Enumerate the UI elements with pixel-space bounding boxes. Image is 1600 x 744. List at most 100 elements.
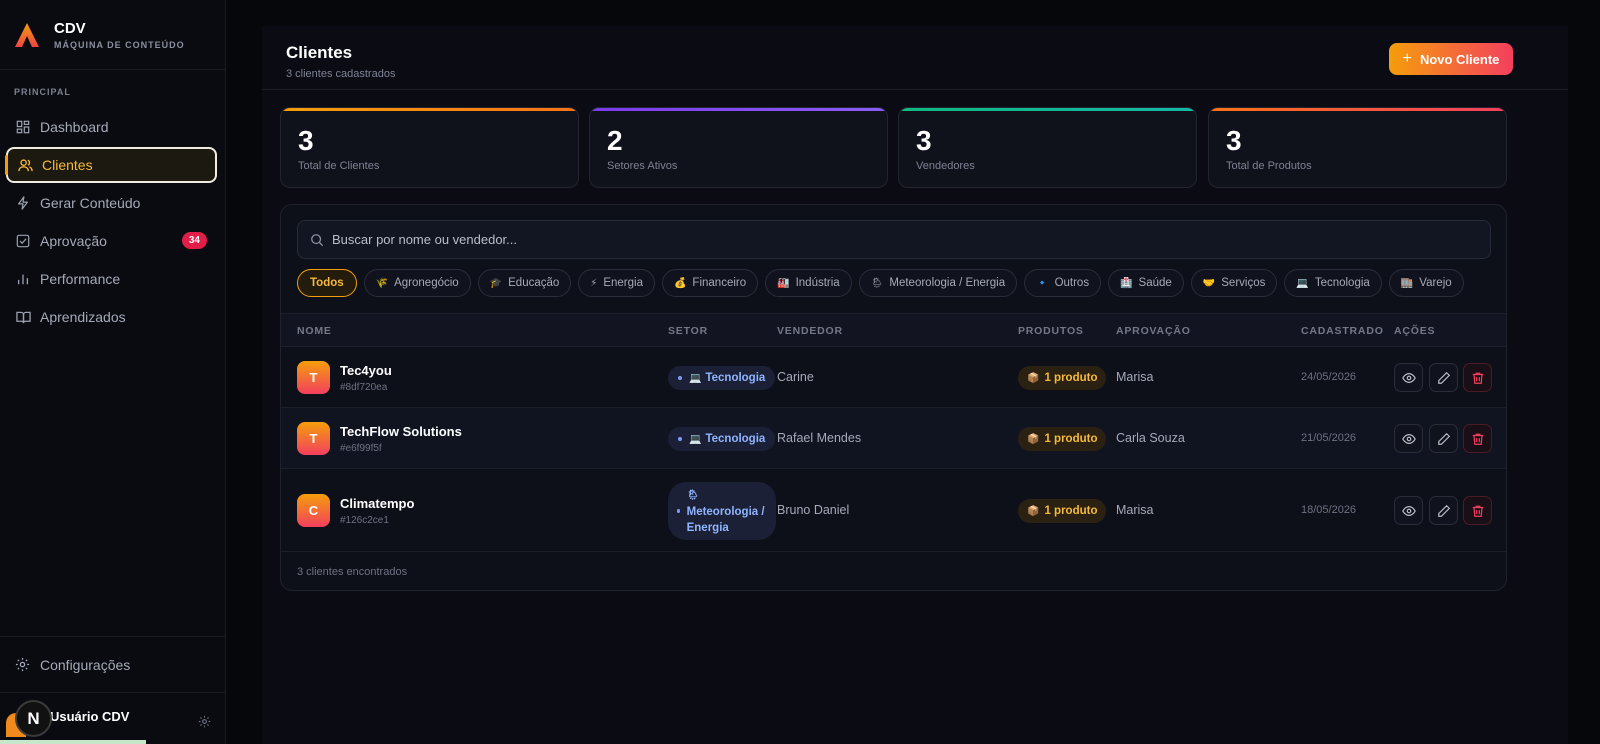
edit-button[interactable] [1429, 363, 1458, 392]
stat-label: Total de Clientes [298, 160, 380, 172]
user-profile[interactable]: N Usuário CDV [0, 692, 225, 744]
eye-icon [1401, 433, 1416, 444]
grid-icon [15, 119, 31, 135]
stat-label: Vendedores [916, 160, 975, 172]
filter-chip-saude[interactable]: 🏥 Saúde [1108, 269, 1184, 297]
sidebar: CDV MÁQUINA DE CONTEÚDO PRINCIPAL Dashbo… [0, 0, 226, 744]
bolt-icon [15, 195, 31, 211]
filter-chip-servicos[interactable]: 🤝 Serviços [1190, 269, 1278, 297]
book-icon [15, 309, 31, 325]
sidebar-item-label: Dashboard [40, 119, 109, 135]
approver-name: Carla Souza [1116, 431, 1185, 445]
diamond-icon: 🔹 [1036, 277, 1049, 289]
filter-chip-financeiro[interactable]: 💰 Financeiro [661, 269, 759, 297]
brand[interactable]: CDV MÁQUINA DE CONTEÚDO [0, 0, 225, 70]
sector-badge: 💻 Tecnologia [668, 366, 776, 390]
filter-chip-industria[interactable]: 🏭 Indústria [765, 269, 852, 297]
stat-card-vendedores: 3 Vendedores [898, 107, 1197, 188]
client-name-cell: Tec4you #8df720ea [340, 363, 392, 393]
client-name[interactable]: Climatempo [340, 496, 414, 511]
user-name: Usuário CDV [50, 709, 130, 724]
table-row[interactable]: T TechFlow Solutions #e6f99f5f 💻 Tecnolog… [281, 408, 1506, 469]
results-count: 3 clientes encontrados [297, 566, 408, 578]
view-button[interactable] [1394, 363, 1423, 392]
dot-icon [677, 509, 680, 513]
pencil-icon [1437, 371, 1450, 384]
delete-button[interactable] [1463, 363, 1492, 392]
column-header-aprovacao[interactable]: APROVAÇÃO [1116, 325, 1191, 337]
client-avatar: T [297, 361, 330, 394]
sidebar-item-dashboard[interactable]: Dashboard [6, 109, 217, 145]
seller-name: Rafael Mendes [777, 431, 862, 445]
search-box[interactable] [297, 220, 1491, 259]
column-header-cadastrado[interactable]: CADASTRADO [1301, 325, 1384, 337]
sector-label: Tecnologia [705, 433, 766, 445]
approver-name: Marisa [1116, 503, 1154, 517]
stat-card-total-clientes: 3 Total de Clientes [280, 107, 579, 188]
table-row[interactable]: C Climatempo #126c2ce1 🌦 Meteorologia / E… [281, 469, 1506, 552]
stat-accent [899, 108, 1196, 111]
check-square-icon [15, 233, 31, 249]
view-button[interactable] [1394, 496, 1423, 525]
stat-value: 3 [298, 125, 314, 156]
client-id: #e6f99f5f [340, 443, 382, 454]
sidebar-item-gerar-conteudo[interactable]: Gerar Conteúdo [6, 185, 217, 221]
column-header-vendedor[interactable]: VENDEDOR [777, 325, 843, 337]
stat-accent [590, 108, 887, 111]
filter-chip-meteorologia-energia[interactable]: 🌦 Meteorologia / Energia [858, 269, 1018, 297]
sidebar-item-aprendizados[interactable]: Aprendizados [6, 299, 217, 335]
filter-chip-educacao[interactable]: 🎓 Educação [477, 269, 572, 297]
sidebar-item-configuracoes[interactable]: Configurações [0, 636, 225, 692]
column-header-produtos[interactable]: PRODUTOS [1018, 325, 1084, 337]
handshake-icon: 🤝 [1202, 277, 1216, 289]
nav-section-label: PRINCIPAL [14, 87, 71, 97]
sector-badge: 🌦 Meteorologia / Energia [668, 482, 776, 540]
filter-label: Saúde [1138, 277, 1172, 289]
users-icon [17, 157, 33, 173]
gear-icon [15, 657, 31, 673]
approval-count-badge: 34 [181, 232, 207, 249]
new-client-label: Novo Cliente [1419, 51, 1500, 67]
laptop-icon: 💻 [689, 433, 702, 445]
dev-tools-badge[interactable]: N [15, 700, 52, 737]
delete-button[interactable] [1463, 424, 1492, 453]
stat-value: 3 [916, 125, 932, 156]
created-date: 21/05/2026 [1301, 432, 1357, 444]
filter-chip-tecnologia[interactable]: 💻 Tecnologia [1284, 269, 1382, 297]
client-name[interactable]: TechFlow Solutions [340, 424, 462, 439]
products-label: 1 produto [1044, 372, 1098, 384]
brand-subtitle: MÁQUINA DE CONTEÚDO [54, 39, 185, 50]
sector-badge: 💻 Tecnologia [668, 427, 776, 451]
sidebar-item-aprovacao[interactable]: Aprovação 34 [6, 223, 217, 259]
sidebar-item-label: Gerar Conteúdo [40, 195, 141, 211]
laptop-icon: 💻 [1296, 277, 1309, 289]
products-label: 1 produto [1044, 433, 1098, 445]
filter-chip-energia[interactable]: ⚡ Energia [578, 269, 655, 297]
edit-button[interactable] [1429, 496, 1458, 525]
column-header-setor[interactable]: SETOR [668, 325, 708, 337]
column-header-nome[interactable]: NOME [297, 325, 332, 337]
filter-chip-outros[interactable]: 🔹 Outros [1024, 269, 1102, 297]
clients-panel: Todos 🌾 Agronegócio 🎓 Educação ⚡ Energia 💰 F… [280, 204, 1507, 591]
edit-button[interactable] [1429, 424, 1458, 453]
pencil-icon [1437, 504, 1450, 517]
stat-accent [1209, 108, 1506, 111]
trash-icon [1472, 433, 1483, 445]
column-header-acoes: AÇÕES [1394, 325, 1436, 337]
client-name[interactable]: Tec4you [340, 363, 392, 378]
delete-button[interactable] [1463, 496, 1492, 525]
sidebar-item-clientes[interactable]: Clientes [5, 147, 217, 183]
filter-label: Indústria [795, 277, 840, 289]
new-client-button[interactable]: + Novo Cliente [1389, 43, 1513, 75]
search-input[interactable] [332, 232, 1432, 247]
created-date: 18/05/2026 [1301, 504, 1357, 516]
sidebar-item-performance[interactable]: Performance [6, 261, 217, 297]
table-row[interactable]: T Tec4you #8df720ea 💻 Tecnologia Carine 📦… [281, 347, 1506, 408]
filter-chip-agronegocio[interactable]: 🌾 Agronegócio [363, 269, 471, 297]
filter-chip-varejo[interactable]: 🏬 Varejo [1388, 269, 1464, 297]
filter-label: Meteorologia / Energia [889, 277, 1006, 289]
user-settings-icon[interactable] [198, 715, 211, 728]
filter-chip-todos[interactable]: Todos [297, 269, 357, 297]
view-button[interactable] [1394, 424, 1423, 453]
filter-label: Educação [508, 277, 560, 289]
